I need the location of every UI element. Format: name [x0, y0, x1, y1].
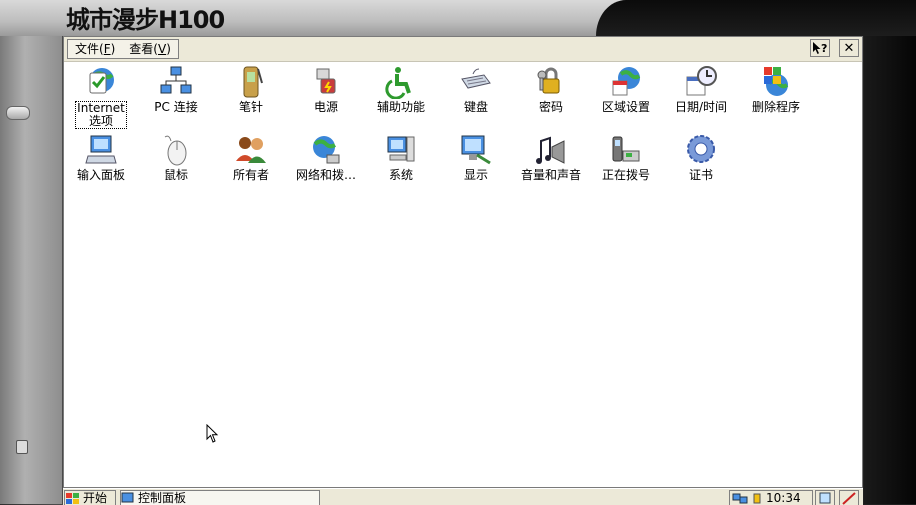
item-dialing[interactable]: 正在拨号 [589, 133, 663, 182]
start-label: 开始 [83, 491, 108, 505]
item-owner[interactable]: 所有者 [214, 133, 288, 182]
item-label: 网络和拨… [295, 168, 356, 182]
item-remove-programs[interactable]: 删除程序 [739, 65, 813, 114]
input-panel-icon [85, 135, 117, 164]
menu-file-label: 文件( [75, 42, 104, 56]
item-keyboard[interactable]: 键盘 [439, 65, 513, 114]
item-label: 音量和声音 [520, 168, 581, 182]
item-label: 鼠标 [163, 168, 188, 182]
taskbar: 开始 控制面板 10:34 [63, 488, 863, 505]
control-panel-icon [121, 492, 134, 503]
menu-file-suffix: ) [110, 42, 116, 56]
menu-view-suffix: ) [166, 42, 171, 56]
clock[interactable]: 10:34 [766, 491, 801, 505]
device-title: 城市漫步H100 [66, 6, 225, 34]
network-dialup-icon [313, 136, 340, 164]
mouse-pointer-icon [206, 424, 219, 443]
internet-options-icon [89, 68, 114, 94]
start-button[interactable]: 开始 [64, 490, 116, 505]
item-mouse[interactable]: 鼠标 [139, 133, 213, 182]
menu-view[interactable]: 查看(V) [122, 40, 178, 58]
dialing-icon [612, 136, 640, 162]
item-power[interactable]: 电源 [289, 65, 363, 114]
item-label: 辅助功能 [376, 100, 425, 114]
battery-icon[interactable] [752, 492, 762, 504]
desktop-icon [819, 492, 831, 504]
item-label: 显示 [463, 168, 488, 182]
device-bezel-left [0, 36, 62, 504]
pc-connection-icon [160, 66, 192, 94]
control-panel-window: 文件(F) 查看(V) ? ✕ Internet 选项 PC 连接 笔针 电源 … [63, 36, 863, 488]
power-icon [316, 68, 336, 94]
menu-group: 文件(F) 查看(V) [67, 39, 179, 59]
item-password[interactable]: 密码 [514, 65, 588, 114]
volume-sounds-icon [536, 136, 565, 164]
item-label: Internet 选项 [75, 101, 127, 129]
network-status-icon[interactable] [732, 492, 748, 504]
item-label: 系统 [388, 168, 413, 182]
accessibility-icon [385, 67, 411, 99]
item-system[interactable]: 系统 [364, 133, 438, 182]
control-panel-items: Internet 选项 PC 连接 笔针 电源 辅助功能 键盘 密码 区域设置 … [64, 61, 862, 471]
item-internet-options[interactable]: Internet 选项 [64, 65, 138, 129]
display-icon [461, 135, 491, 165]
input-panel-button[interactable] [839, 490, 859, 505]
item-regional-settings[interactable]: 区域设置 [589, 65, 663, 114]
date-time-icon [686, 66, 717, 96]
system-tray: 10:34 [729, 490, 813, 505]
owner-icon [236, 137, 266, 163]
pen-icon [842, 492, 856, 505]
item-pc-connection[interactable]: PC 连接 [139, 65, 213, 114]
item-stylus[interactable]: 笔针 [214, 65, 288, 114]
stylus-icon [243, 66, 263, 98]
close-button[interactable]: ✕ [839, 39, 859, 57]
item-input-panel[interactable]: 输入面板 [64, 133, 138, 182]
item-label: 电源 [313, 100, 338, 114]
item-volume-sounds[interactable]: 音量和声音 [514, 133, 588, 182]
item-label: 日期/时间 [674, 100, 728, 114]
menu-bar: 文件(F) 查看(V) ? ✕ [64, 37, 862, 62]
svg-text:?: ? [821, 42, 827, 55]
taskbar-item-control-panel[interactable]: 控制面板 [120, 490, 320, 505]
item-date-time[interactable]: 日期/时间 [664, 65, 738, 114]
keyboard-icon [461, 68, 491, 89]
item-label: 所有者 [232, 168, 269, 182]
password-icon [537, 67, 560, 94]
help-button[interactable]: ? [810, 39, 830, 57]
regional-settings-icon [612, 67, 641, 96]
help-question-icon: ? [813, 42, 827, 55]
item-label: 正在拨号 [601, 168, 650, 182]
item-accessibility[interactable]: 辅助功能 [364, 65, 438, 114]
menu-file[interactable]: 文件(F) [68, 40, 122, 58]
mouse-icon [164, 135, 187, 166]
device-bezel-top: 城市漫步H100 [0, 0, 916, 36]
item-certificates[interactable]: 证书 [664, 133, 738, 182]
item-label: 密码 [538, 100, 563, 114]
close-icon: ✕ [843, 40, 855, 56]
item-label: 删除程序 [751, 100, 800, 114]
item-label: 区域设置 [601, 100, 650, 114]
item-network-dialup[interactable]: 网络和拨… [289, 133, 363, 182]
item-label: 输入面板 [76, 168, 125, 182]
device-speaker [16, 440, 28, 454]
menu-view-key: V [157, 42, 167, 56]
windows-logo-icon [66, 492, 79, 504]
show-desktop-button[interactable] [815, 490, 835, 505]
item-label: 键盘 [463, 100, 488, 114]
item-label: 笔针 [238, 100, 263, 114]
remove-programs-icon [764, 67, 789, 96]
menu-view-label: 查看( [129, 42, 158, 56]
certificates-icon [687, 135, 715, 163]
device-side-button[interactable] [6, 106, 30, 120]
item-label: 证书 [688, 168, 713, 182]
menu-file-key: F [103, 42, 111, 56]
system-icon [387, 136, 415, 162]
item-label: PC 连接 [154, 100, 198, 114]
device-bezel-right [864, 36, 916, 504]
task-label: 控制面板 [138, 491, 187, 505]
item-display[interactable]: 显示 [439, 133, 513, 182]
